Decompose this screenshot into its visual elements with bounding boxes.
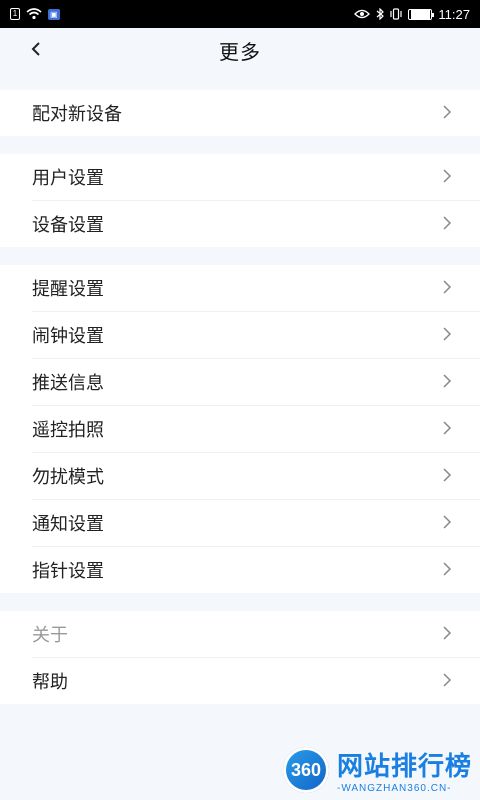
chevron-right-icon <box>442 625 452 644</box>
menu-item[interactable]: 闹钟设置 <box>0 312 480 358</box>
status-bar: 1 ▣ 11:27 <box>0 0 480 28</box>
back-button[interactable] <box>24 36 48 64</box>
bluetooth-icon <box>376 8 385 20</box>
menu-item[interactable]: 设备设置 <box>0 201 480 247</box>
menu-item-label: 用户设置 <box>32 168 104 189</box>
watermark-title: 网站排行榜 <box>336 752 472 782</box>
menu-section: 配对新设备 <box>0 90 480 136</box>
menu-item-label: 配对新设备 <box>32 104 122 125</box>
wifi-icon <box>26 8 42 20</box>
menu-item-label: 帮助 <box>32 672 68 693</box>
menu-item-label: 闹钟设置 <box>32 326 104 347</box>
menu-item-label: 通知设置 <box>32 514 104 535</box>
menu-item-label: 提醒设置 <box>32 279 104 300</box>
menu-item[interactable]: 配对新设备 <box>0 90 480 136</box>
menu-section: 关于 帮助 <box>0 611 480 704</box>
menu-section: 提醒设置闹钟设置推送信息遥控拍照勿扰模式通知设置指针设置 <box>0 265 480 593</box>
chevron-right-icon <box>442 420 452 439</box>
status-time: 11:27 <box>438 6 470 22</box>
chevron-right-icon <box>442 373 452 392</box>
chevron-right-icon <box>442 104 452 123</box>
settings-menu: 配对新设备用户设置设备设置提醒设置闹钟设置推送信息遥控拍照勿扰模式通知设置指针设… <box>0 90 480 704</box>
menu-item[interactable]: 推送信息 <box>0 359 480 405</box>
watermark: 360 网站排行榜 -WANGZHAN360.CN- <box>282 746 472 794</box>
eye-icon <box>354 9 371 19</box>
status-left: 1 ▣ <box>10 8 60 20</box>
page-title: 更多 <box>219 39 261 64</box>
menu-item-label: 遥控拍照 <box>32 420 104 441</box>
menu-section: 用户设置 设备设置 <box>0 154 480 247</box>
menu-item[interactable]: 指针设置 <box>0 547 480 593</box>
watermark-text: 网站排行榜 -WANGZHAN360.CN- <box>337 746 472 794</box>
chevron-right-icon <box>442 467 452 486</box>
watermark-subtitle: -WANGZHAN360.CN- <box>336 783 452 794</box>
menu-item[interactable]: 提醒设置 <box>0 265 480 311</box>
header: 更多 <box>0 28 480 72</box>
menu-item[interactable]: 关于 <box>0 611 480 657</box>
menu-item[interactable]: 通知设置 <box>0 500 480 546</box>
badge-icon: ▣ <box>48 8 60 20</box>
chevron-right-icon <box>442 326 452 345</box>
chevron-right-icon <box>442 514 452 533</box>
menu-item-label: 勿扰模式 <box>32 467 104 488</box>
chevron-right-icon <box>442 672 452 691</box>
menu-item-label: 关于 <box>32 625 68 646</box>
menu-item[interactable]: 勿扰模式 <box>0 453 480 499</box>
menu-item[interactable]: 用户设置 <box>0 154 480 200</box>
chevron-right-icon <box>442 168 452 187</box>
status-right: 11:27 <box>354 7 470 22</box>
battery-icon <box>408 8 435 20</box>
chevron-right-icon <box>442 215 452 234</box>
menu-item-label: 设备设置 <box>32 215 104 236</box>
sim-icon: 1 <box>10 8 20 20</box>
vibrate-icon <box>390 8 403 20</box>
chevron-right-icon <box>442 279 452 298</box>
back-arrow-icon <box>30 41 42 60</box>
menu-item-label: 推送信息 <box>32 373 104 394</box>
chevron-right-icon <box>442 561 452 580</box>
menu-item-label: 指针设置 <box>32 561 104 582</box>
menu-item[interactable]: 帮助 <box>0 658 480 704</box>
menu-item[interactable]: 遥控拍照 <box>0 406 480 452</box>
watermark-logo-icon: 360 <box>282 747 329 793</box>
